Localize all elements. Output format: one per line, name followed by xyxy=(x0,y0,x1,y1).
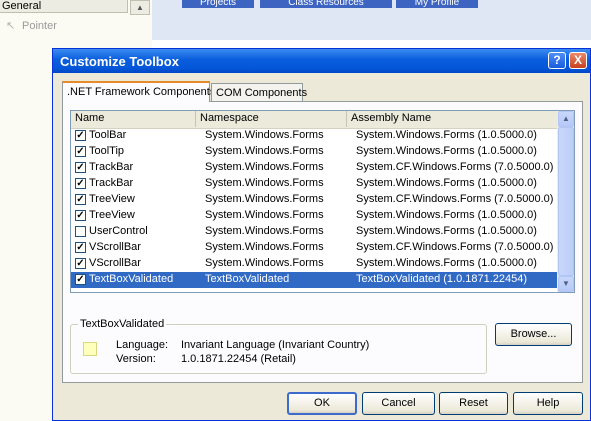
cell-namespace: System.Windows.Forms xyxy=(205,225,324,237)
cell-namespace: System.Windows.Forms xyxy=(205,193,324,205)
toolbox-header-general[interactable]: General xyxy=(0,0,128,13)
doc-tab-class-resources[interactable]: Class Resources xyxy=(260,0,392,8)
row-checkbox[interactable] xyxy=(75,226,86,237)
row-checkbox[interactable]: ✓ xyxy=(75,258,86,269)
row-checkbox[interactable]: ✓ xyxy=(75,274,86,285)
cell-namespace: System.Windows.Forms xyxy=(205,129,324,141)
table-row[interactable]: ✓ ToolTip System.Windows.Forms System.Windo… xyxy=(71,144,559,160)
cell-assembly-name: System.CF.Windows.Forms (7.0.5000.0) xyxy=(356,241,554,253)
cell-name: TrackBar xyxy=(89,177,134,189)
cell-namespace: System.Windows.Forms xyxy=(205,161,324,173)
toolbox-scroll-up-icon[interactable]: ▲ xyxy=(130,0,150,15)
cell-name: VScrollBar xyxy=(89,241,141,253)
list-scrollbar[interactable]: ▲ ▼ xyxy=(557,111,574,292)
cell-assembly-name: System.Windows.Forms (1.0.5000.0) xyxy=(356,129,537,141)
cell-name: TextBoxValidated xyxy=(89,273,174,285)
version-label: Version: xyxy=(116,353,156,365)
table-row[interactable]: ✓ ToolBar System.Windows.Forms System.Windo… xyxy=(71,128,559,144)
cell-namespace: System.Windows.Forms xyxy=(205,257,324,269)
column-header-namespace[interactable]: Namespace xyxy=(196,111,347,127)
reset-button[interactable]: Reset xyxy=(439,392,508,415)
language-value: Invariant Language (Invariant Country) xyxy=(181,339,370,351)
dialog-title: Customize Toolbox xyxy=(60,54,179,69)
details-group-title: TextBoxValidated xyxy=(78,318,167,330)
language-label: Language: xyxy=(116,339,168,351)
cell-assembly-name: System.Windows.Forms (1.0.5000.0) xyxy=(356,225,537,237)
cell-name: UserControl xyxy=(89,225,148,237)
cell-assembly-name: System.Windows.Forms (1.0.5000.0) xyxy=(356,177,537,189)
list-header: Name Namespace Assembly Name xyxy=(71,111,559,129)
doc-tab-projects[interactable]: Projects xyxy=(182,0,254,8)
row-checkbox[interactable]: ✓ xyxy=(75,130,86,141)
ok-button[interactable]: OK xyxy=(287,392,357,415)
cell-name: VScrollBar xyxy=(89,257,141,269)
cell-name: ToolBar xyxy=(89,129,127,141)
dialog-titlebar[interactable]: Customize Toolbox ? X xyxy=(53,49,590,73)
cell-name: TreeView xyxy=(89,209,135,221)
assembly-icon xyxy=(83,342,97,356)
column-header-name[interactable]: Name xyxy=(71,111,196,127)
cell-name: TreeView xyxy=(89,193,135,205)
cell-namespace: System.Windows.Forms xyxy=(205,241,324,253)
cell-name: TrackBar xyxy=(89,161,134,173)
cell-namespace: System.Windows.Forms xyxy=(205,209,324,221)
row-checkbox[interactable]: ✓ xyxy=(75,242,86,253)
table-row[interactable]: ✓ TreeView System.Windows.Forms System.Wind… xyxy=(71,208,559,224)
help-button[interactable]: Help xyxy=(513,392,583,415)
cell-assembly-name: System.Windows.Forms (1.0.5000.0) xyxy=(356,209,537,221)
table-row[interactable]: ✓ TextBoxValidated TextBoxValidated TextBox… xyxy=(71,272,559,288)
scroll-down-icon[interactable]: ▼ xyxy=(558,276,574,292)
pointer-icon: ↖ xyxy=(6,20,16,32)
help-icon[interactable]: ? xyxy=(548,52,566,69)
list-rows: ✓ ToolBar System.Windows.Forms System.Windo… xyxy=(71,128,559,288)
table-row[interactable]: ✓ TreeView System.Windows.Forms System.CF.W… xyxy=(71,192,559,208)
tab-net-framework-components[interactable]: .NET Framework Components xyxy=(62,81,215,102)
cancel-button[interactable]: Cancel xyxy=(362,392,435,415)
table-row[interactable]: UserControl System.Windows.Forms System.Wi… xyxy=(71,224,559,240)
row-checkbox[interactable]: ✓ xyxy=(75,178,86,189)
column-header-assembly-name[interactable]: Assembly Name xyxy=(347,111,559,127)
cell-assembly-name: System.Windows.Forms (1.0.5000.0) xyxy=(356,257,537,269)
row-checkbox[interactable]: ✓ xyxy=(75,210,86,221)
cell-namespace: System.Windows.Forms xyxy=(205,177,324,189)
scroll-up-icon[interactable]: ▲ xyxy=(558,111,574,127)
toolbox-item-pointer[interactable]: Pointer xyxy=(22,20,57,32)
row-checkbox[interactable]: ✓ xyxy=(75,194,86,205)
cell-name: ToolTip xyxy=(89,145,125,157)
cell-assembly-name: System.Windows.Forms (1.0.5000.0) xyxy=(356,145,537,157)
browse-button[interactable]: Browse... xyxy=(495,323,572,346)
cell-namespace: TextBoxValidated xyxy=(205,273,290,285)
cell-assembly-name: TextBoxValidated (1.0.1871.22454) xyxy=(356,273,528,285)
cell-namespace: System.Windows.Forms xyxy=(205,145,324,157)
cell-assembly-name: System.CF.Windows.Forms (7.0.5000.0) xyxy=(356,161,554,173)
row-checkbox[interactable]: ✓ xyxy=(75,146,86,157)
tab-com-components[interactable]: COM Components xyxy=(211,83,307,101)
version-value: 1.0.1871.22454 (Retail) xyxy=(181,353,296,365)
doc-tab-my-profile[interactable]: My Profile xyxy=(396,0,478,8)
table-row[interactable]: ✓ TrackBar System.Windows.Forms System.Wind… xyxy=(71,176,559,192)
table-row[interactable]: ✓ VScrollBar System.Windows.Forms System.Wi… xyxy=(71,256,559,272)
components-list[interactable]: Name Namespace Assembly Name ✓ ToolBar Sys… xyxy=(70,110,575,293)
row-checkbox[interactable]: ✓ xyxy=(75,162,86,173)
table-row[interactable]: ✓ TrackBar System.Windows.Forms System.CF.W… xyxy=(71,160,559,176)
close-icon[interactable]: X xyxy=(569,52,587,69)
scroll-thumb[interactable] xyxy=(558,127,574,276)
cell-assembly-name: System.CF.Windows.Forms (7.0.5000.0) xyxy=(356,193,554,205)
customize-toolbox-dialog: Customize Toolbox ? X .NET Framework Com… xyxy=(52,48,591,421)
table-row[interactable]: ✓ VScrollBar System.Windows.Forms System.CF… xyxy=(71,240,559,256)
